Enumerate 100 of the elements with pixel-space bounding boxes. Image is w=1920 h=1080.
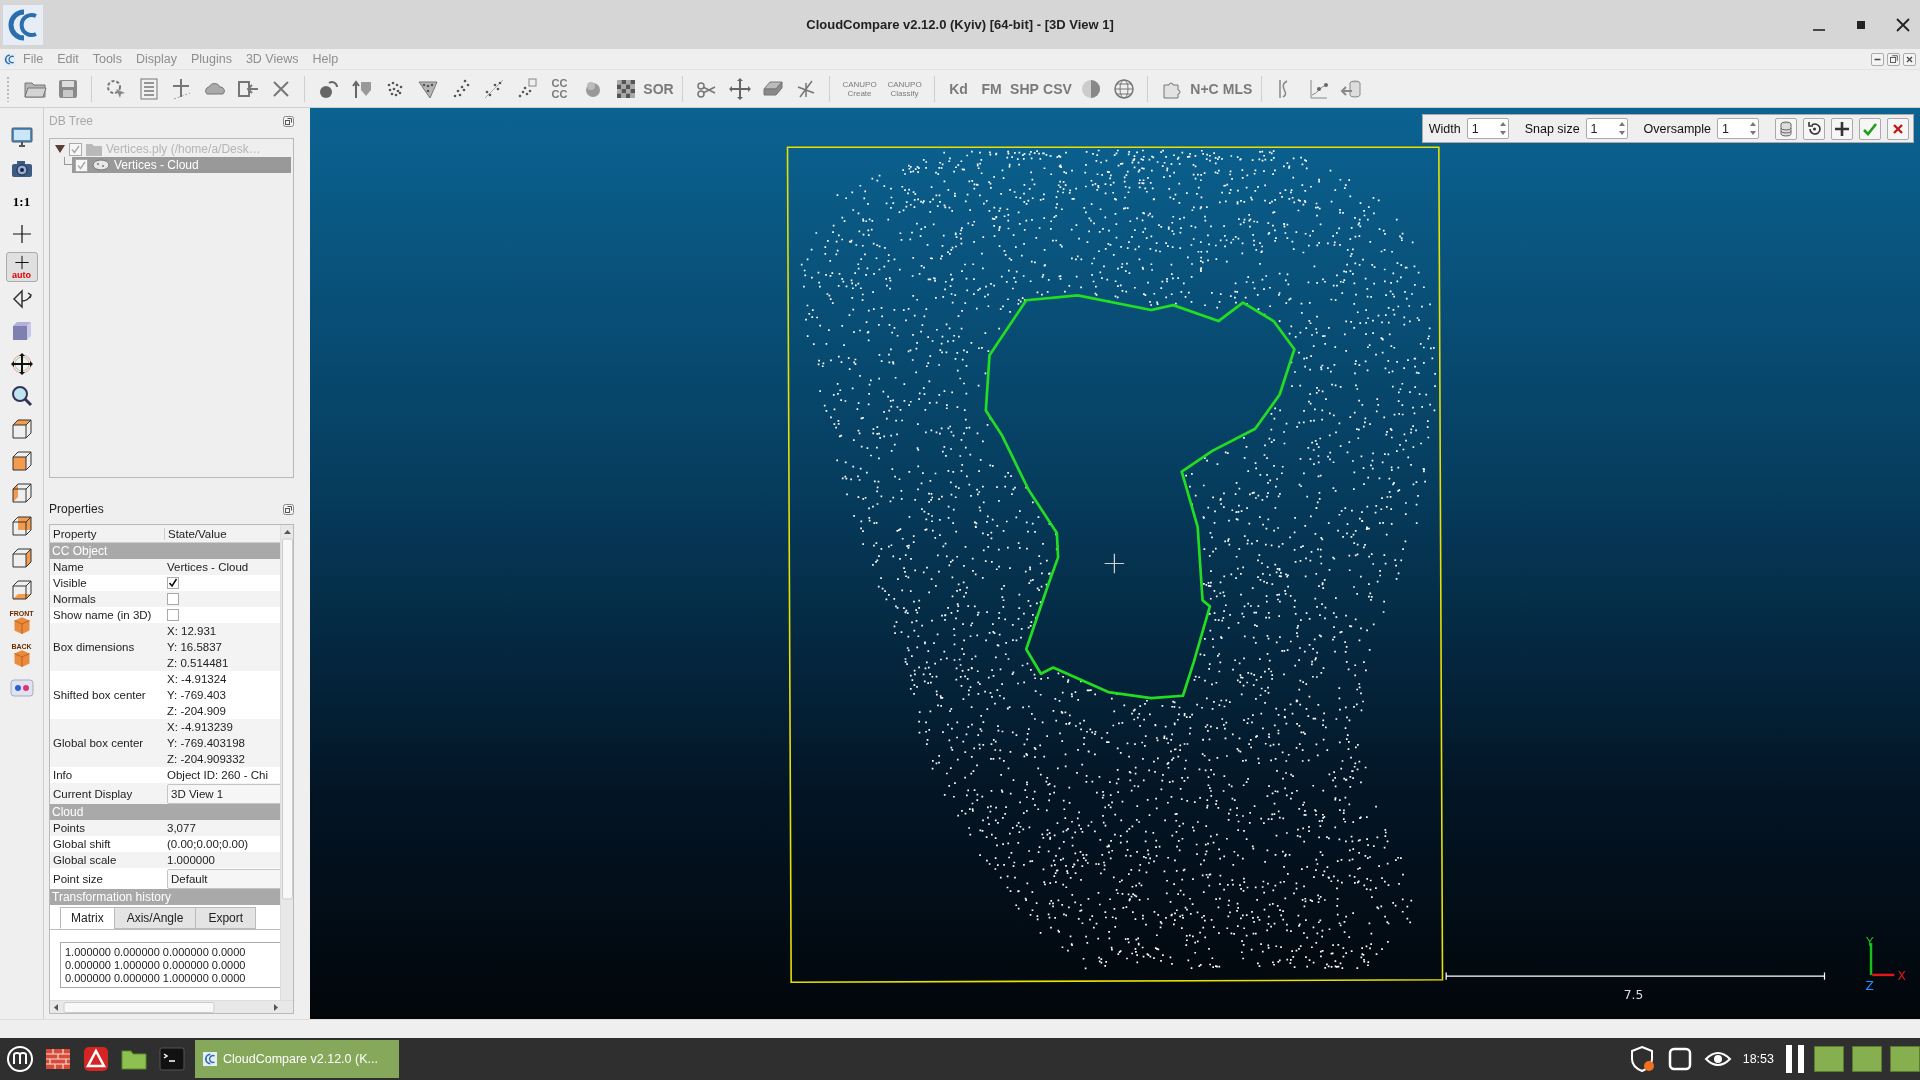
matrix-row-text: 0.000000 1.000000 0.000000 0.0000 [65, 959, 247, 972]
float-icon[interactable] [283, 503, 294, 515]
window-button-label: CloudCompare v2.12.0 (K... [223, 1052, 378, 1066]
add-button[interactable] [1831, 117, 1853, 140]
property-name: Visible [52, 576, 88, 591]
field-label: Oversample [1643, 121, 1711, 136]
property-value: Object ID: 260 - Chi [167, 768, 269, 783]
spinbox[interactable]: 1 [1717, 118, 1759, 139]
property-value: Y: 16.5837 [167, 640, 223, 655]
section-header: CC Object [50, 543, 280, 559]
property-value: Z: 0.514481 [167, 656, 230, 671]
minimize-icon[interactable] [1871, 52, 1884, 66]
property-value: Y: -769.403 [167, 688, 227, 703]
menu-item[interactable]: 3D Views [238, 52, 306, 66]
section-header: Cloud [50, 804, 280, 820]
menu-item[interactable]: File [16, 52, 51, 66]
tool-button[interactable]: CANUPO Create [838, 73, 881, 104]
horizontal-scrollbar[interactable] [50, 1000, 293, 1013]
property-value: X: -4.91324 [167, 672, 228, 687]
property-name: Points [52, 821, 86, 836]
tab[interactable]: Matrix [60, 907, 115, 929]
property-name: Name [52, 560, 85, 575]
window-title: CloudCompare v2.12.0 (Kyiv) [64-bit] - [3D View 1] [806, 17, 1114, 32]
app-logo-icon [3, 4, 43, 45]
tool-button[interactable]: Kd [943, 73, 974, 104]
tool-button[interactable]: SHP [1009, 73, 1040, 104]
undo-button[interactable] [1803, 117, 1825, 140]
property-value: Vertices - Cloud [167, 560, 250, 575]
column-header: Property [50, 527, 165, 540]
close-button[interactable] [1887, 117, 1909, 140]
property-name: Point size [52, 871, 104, 887]
matrix-row-text: 0.000000 0.000000 1.000000 0.0000 [65, 972, 247, 985]
property-value: 1.000000 [167, 853, 216, 868]
property-value: X: 12.931 [167, 624, 218, 639]
checkmark-button[interactable] [1859, 117, 1881, 140]
scale-label: 7.5 [1623, 988, 1644, 1003]
property-value: Z: -204.909332 [167, 752, 246, 767]
panel-title: DB Tree [49, 114, 93, 128]
crosshair-icon [1104, 553, 1125, 574]
tree-item-label: Vertices - Cloud [114, 158, 199, 172]
vertical-scrollbar[interactable] [280, 525, 293, 1000]
menu-item[interactable]: Edit [50, 52, 86, 66]
close-icon[interactable] [1903, 52, 1916, 66]
tool-button[interactable]: SOR [643, 73, 674, 104]
property-value: 3,077 [167, 821, 197, 836]
tab[interactable]: Axis/Angle [113, 907, 197, 929]
zoom-ratio-button[interactable]: 1:1 [5, 186, 38, 217]
tool-button[interactable]: MLS [1222, 73, 1253, 104]
property-value: X: -4.913239 [167, 720, 234, 735]
menu-item[interactable]: Display [128, 52, 184, 66]
menu-item[interactable]: Help [305, 52, 346, 66]
axis-label: X [1897, 968, 1906, 983]
crosshair-auto-button[interactable]: auto [5, 251, 38, 282]
property-name: Box dimensions [52, 640, 136, 655]
tool-button[interactable]: FM [976, 73, 1007, 104]
menu-item[interactable]: Tools [85, 52, 129, 66]
matrix-row-text: 1.000000 0.000000 0.000000 0.0000 [65, 946, 247, 959]
property-value: (0.00;0.00;0.00) [167, 837, 250, 852]
dropdown[interactable]: 3D View 1 [167, 783, 280, 804]
checkbox[interactable] [167, 609, 179, 621]
field-label: Width [1428, 121, 1461, 136]
close-icon[interactable] [1896, 17, 1910, 32]
tool-button[interactable]: CC CC [544, 73, 575, 104]
tool-button[interactable]: CANUPO Classify [883, 73, 926, 104]
checkbox[interactable] [167, 593, 179, 605]
pause-bars-icon[interactable] [1784, 1044, 1806, 1074]
menu-item[interactable]: Plugins [183, 52, 239, 66]
axis-label: Y [1866, 934, 1874, 949]
float-icon[interactable] [283, 115, 294, 127]
add-icon [1834, 120, 1850, 137]
column-header: State/Value [167, 527, 227, 540]
property-name: Current Display [52, 786, 134, 802]
spinbox[interactable]: 1 [1585, 118, 1628, 139]
tab[interactable]: Export [195, 907, 257, 929]
database-icon [1778, 120, 1794, 137]
tool-button[interactable]: N+C [1189, 73, 1220, 104]
app-logo-icon[interactable] [3, 52, 16, 66]
undo-icon [1806, 120, 1822, 137]
field-label: Snap size [1524, 121, 1580, 136]
clock: 18:53 [1742, 1052, 1774, 1066]
panel-title: Properties [49, 502, 104, 516]
spinbox[interactable]: 1 [1466, 118, 1509, 139]
property-value: Y: -769.403198 [167, 736, 246, 751]
point-cloud-icon [92, 159, 110, 171]
property-name: Shifted box center [52, 688, 147, 703]
axis-label: Z [1865, 978, 1874, 993]
property-name: Normals [52, 592, 97, 607]
property-name: Global scale [52, 853, 118, 868]
restore-icon[interactable] [1887, 52, 1900, 66]
tree-item-label: Vertices.ply (/home/a/Desk… [106, 142, 261, 156]
taskbar-window-button[interactable]: CloudCompare v2.12.0 (K... [195, 1040, 399, 1078]
property-name: Info [52, 768, 74, 783]
tool-button[interactable]: CSV [1042, 73, 1073, 104]
property-name: Show name (in 3D) [52, 608, 153, 623]
property-value: Z: -204.909 [167, 704, 227, 719]
checkbox[interactable] [167, 577, 179, 589]
dropdown[interactable]: Default [167, 868, 280, 889]
section-header: Transformation history [50, 889, 280, 905]
app-logo-icon [203, 1052, 217, 1066]
database-button[interactable] [1775, 117, 1797, 140]
